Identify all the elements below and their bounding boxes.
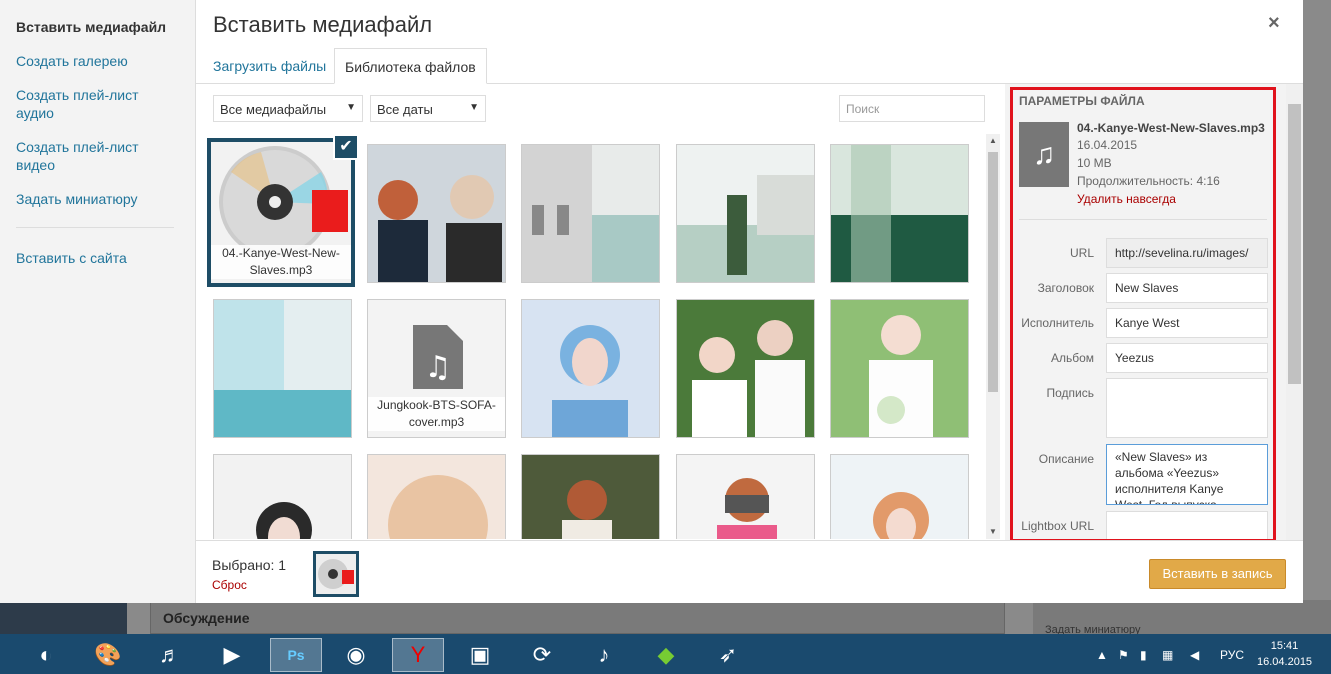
media-menu: Вставить медиафайл Создать галерею Созда…: [0, 0, 196, 603]
media-toolbar: [196, 540, 1303, 603]
attachment-item[interactable]: 04.-Kanye-West-New-Slaves.mp3: [207, 138, 355, 287]
music-app-icon[interactable]: ♬: [152, 638, 188, 672]
audio-file-icon: ♫: [413, 325, 463, 389]
yandex-browser-icon[interactable]: Y: [392, 638, 444, 672]
attachment-item[interactable]: [367, 454, 506, 539]
chevron-down-icon: ▼: [469, 102, 479, 113]
checkmark-icon[interactable]: ✔: [333, 134, 359, 160]
attachment-item[interactable]: [830, 144, 969, 283]
attachment-filename: 04.-Kanye-West-New-Slaves.mp3: [211, 245, 351, 279]
media-player-icon[interactable]: ▶: [214, 638, 250, 672]
menu-insert-media[interactable]: Вставить медиафайл: [16, 18, 186, 36]
photo-thumbnail: [831, 300, 968, 437]
search-input[interactable]: Поиск: [839, 95, 985, 122]
show-hidden-icon[interactable]: ▲: [1096, 648, 1108, 662]
featured-image-panel: Задать миниатюру: [1033, 600, 1331, 636]
svg-text:♫: ♫: [425, 350, 452, 385]
admin-sidebar-background: [0, 600, 127, 634]
clock-date: 16.04.2015: [1257, 656, 1313, 668]
attachment-item[interactable]: [830, 299, 969, 438]
close-icon[interactable]: ×: [1268, 12, 1280, 35]
album-cover-thumbnail: [316, 554, 356, 594]
menu-create-audio-playlist[interactable]: Создать плей-лист аудио: [16, 86, 156, 122]
tab-upload[interactable]: Загрузить файлы: [203, 48, 336, 84]
sidebar-scrollbar[interactable]: [1286, 84, 1303, 540]
flag-icon[interactable]: ⚑: [1118, 648, 1129, 662]
attachment-item[interactable]: [521, 299, 660, 438]
photo-thumbnail: [677, 300, 814, 437]
attachments-grid: 04.-Kanye-West-New-Slaves.mp3 ♫ Jungkook…: [196, 134, 986, 539]
photo-thumbnail: [677, 145, 814, 282]
clock[interactable]: 15:41 16.04.2015: [1257, 638, 1312, 670]
battery-icon[interactable]: ▮: [1140, 648, 1147, 662]
discussion-title: Обсуждение: [163, 610, 250, 626]
photo-thumbnail: [831, 145, 968, 282]
selection-count: Выбрано: 1: [212, 557, 287, 573]
selected-thumbnail[interactable]: [313, 551, 359, 597]
itunes-icon[interactable]: ♪: [586, 638, 622, 672]
menu-insert-from-url[interactable]: Вставить с сайта: [16, 249, 186, 267]
menu-set-thumbnail[interactable]: Задать миниатюру: [16, 190, 186, 208]
attachment-item[interactable]: [367, 144, 506, 283]
photo-thumbnail: [522, 300, 659, 437]
attachment-item[interactable]: ♫ Jungkook-BTS-SOFA-cover.mp3: [367, 299, 506, 438]
media-type-select[interactable]: Все медиафайлы ▼: [213, 95, 363, 122]
modal-title: Вставить медиафайл: [213, 12, 433, 37]
menu-create-gallery[interactable]: Создать галерею: [16, 52, 186, 70]
language-indicator[interactable]: РУС: [1220, 648, 1244, 662]
attachment-item[interactable]: [213, 454, 352, 539]
chrome-icon[interactable]: ◉: [338, 638, 374, 672]
photo-thumbnail: [677, 455, 814, 539]
volume-icon[interactable]: ◀: [1190, 648, 1199, 662]
photoshop-icon[interactable]: Ps: [270, 638, 322, 672]
network-icon[interactable]: ▦: [1162, 648, 1173, 662]
discussion-panel: Обсуждение: [150, 600, 1005, 634]
sims-icon[interactable]: ◆: [648, 638, 684, 672]
menu-create-video-playlist[interactable]: Создать плей-лист видео: [16, 138, 156, 174]
insert-into-post-button[interactable]: Вставить в запись: [1149, 559, 1286, 589]
attachment-item[interactable]: [676, 454, 815, 539]
game-icon[interactable]: ➶: [710, 638, 746, 672]
scrollbar-thumb[interactable]: [1288, 104, 1301, 384]
attachment-item[interactable]: [676, 299, 815, 438]
app-icon[interactable]: ◐: [28, 638, 64, 672]
paint-icon[interactable]: 🎨: [90, 638, 126, 672]
scrollbar-thumb[interactable]: [988, 152, 998, 392]
photo-thumbnail: [522, 455, 659, 539]
highlight-frame: [1010, 87, 1276, 542]
chevron-down-icon: ▼: [346, 102, 356, 113]
photo-thumbnail: [831, 455, 968, 539]
attachment-item[interactable]: [521, 144, 660, 283]
photo-thumbnail: [214, 300, 351, 437]
tab-library[interactable]: Библиотека файлов: [334, 48, 487, 84]
date-value: Все даты: [377, 102, 433, 117]
scroll-down-icon[interactable]: ▼: [989, 527, 997, 536]
photo-thumbnail: [522, 145, 659, 282]
reset-selection-link[interactable]: Сброс: [212, 578, 247, 592]
grid-scrollbar[interactable]: ▲ ▼: [986, 134, 1000, 539]
date-select[interactable]: Все даты ▼: [370, 95, 486, 122]
attachment-item[interactable]: [213, 299, 352, 438]
attachment-filename: Jungkook-BTS-SOFA-cover.mp3: [368, 397, 505, 431]
scroll-up-icon[interactable]: ▲: [989, 136, 997, 145]
download-icon[interactable]: ⟳: [524, 638, 560, 672]
presentation-icon[interactable]: ▣: [462, 638, 498, 672]
photo-thumbnail: [214, 455, 351, 539]
attachment-item[interactable]: [676, 144, 815, 283]
menu-separator: [16, 227, 174, 228]
photo-thumbnail: [368, 455, 505, 539]
media-modal: Вставить медиафайл Создать галерею Созда…: [0, 0, 1303, 603]
attachment-item[interactable]: [830, 454, 969, 539]
photo-thumbnail: [368, 145, 505, 282]
clock-time: 15:41: [1270, 640, 1299, 652]
attachment-item[interactable]: [521, 454, 660, 539]
media-type-value: Все медиафайлы: [220, 102, 327, 117]
